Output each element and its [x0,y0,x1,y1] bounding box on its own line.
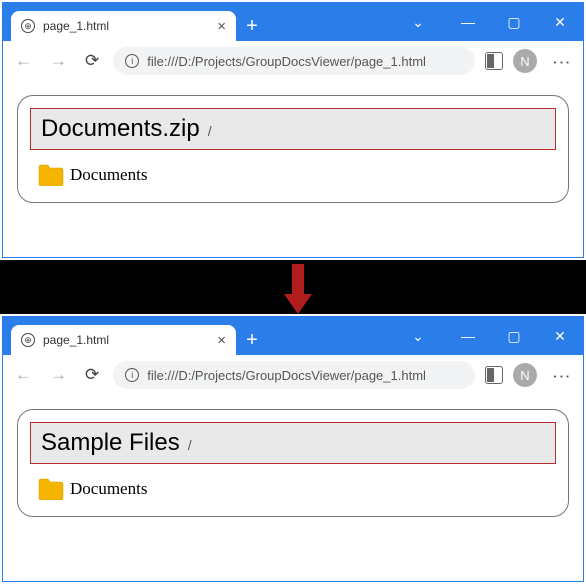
toolbar: ← → ⟳ i file:///D:/Projects/GroupDocsVie… [3,355,583,395]
tab-title: page_1.html [43,333,209,347]
forward-button[interactable]: → [46,51,71,71]
back-button[interactable]: ← [11,365,36,385]
page-content: Documents.zip / Documents [3,81,583,217]
viewer-panel: Sample Files / Documents [17,409,569,517]
window-controls: ⌄ ― ▢ ✕ [395,3,583,41]
close-tab-icon[interactable]: × [217,18,226,35]
back-button[interactable]: ← [11,51,36,71]
minimize-button[interactable]: ― [445,3,491,41]
toolbar: ← → ⟳ i file:///D:/Projects/GroupDocsVie… [3,41,583,81]
reading-list-icon[interactable] [485,366,503,384]
menu-icon[interactable]: ⋮ [551,47,572,75]
folder-name: Documents [70,479,147,499]
globe-icon: i [125,54,139,68]
url-text: file:///D:/Projects/GroupDocsViewer/page… [147,54,426,69]
globe-icon: i [125,368,139,382]
viewer-panel: Documents.zip / Documents [17,95,569,203]
chevron-down-icon[interactable]: ⌄ [395,317,441,355]
url-text: file:///D:/Projects/GroupDocsViewer/page… [147,368,426,383]
new-tab-button[interactable]: + [236,11,268,41]
reload-button[interactable]: ⟳ [81,51,103,71]
close-window-button[interactable]: ✕ [537,317,583,355]
reading-list-icon[interactable] [485,52,503,70]
window-controls: ⌄ ― ▢ ✕ [395,317,583,355]
breadcrumb: Sample Files / [30,422,556,464]
browser-tab[interactable]: ⊕ page_1.html × [11,325,236,355]
folder-icon [38,164,64,186]
breadcrumb: Documents.zip / [30,108,556,150]
browser-window-before: ⊕ page_1.html × + ⌄ ― ▢ ✕ ← → ⟳ i file:/… [2,2,584,258]
folder-icon [38,478,64,500]
forward-button[interactable]: → [46,365,71,385]
tab-title: page_1.html [43,19,209,33]
address-bar[interactable]: i file:///D:/Projects/GroupDocsViewer/pa… [113,361,475,389]
close-window-button[interactable]: ✕ [537,3,583,41]
profile-avatar[interactable]: N [513,49,537,73]
browser-tab[interactable]: ⊕ page_1.html × [11,11,236,41]
breadcrumb-title: Sample Files [41,429,180,457]
maximize-button[interactable]: ▢ [491,3,537,41]
maximize-button[interactable]: ▢ [491,317,537,355]
arrow-down-icon [286,264,310,314]
breadcrumb-separator: / [208,123,212,139]
breadcrumb-title: Documents.zip [41,115,200,143]
menu-icon[interactable]: ⋮ [551,361,572,389]
minimize-button[interactable]: ― [445,317,491,355]
reload-button[interactable]: ⟳ [81,365,103,385]
profile-avatar[interactable]: N [513,363,537,387]
close-tab-icon[interactable]: × [217,332,226,349]
folder-item[interactable]: Documents [30,474,556,504]
browser-window-after: ⊕ page_1.html × + ⌄ ― ▢ ✕ ← → ⟳ i file:/… [2,316,584,582]
globe-icon: ⊕ [21,333,35,347]
new-tab-button[interactable]: + [236,325,268,355]
folder-item[interactable]: Documents [30,160,556,190]
folder-name: Documents [70,165,147,185]
breadcrumb-separator: / [188,437,192,453]
chevron-down-icon[interactable]: ⌄ [395,3,441,41]
titlebar: ⊕ page_1.html × + ⌄ ― ▢ ✕ [3,317,583,355]
titlebar: ⊕ page_1.html × + ⌄ ― ▢ ✕ [3,3,583,41]
globe-icon: ⊕ [21,19,35,33]
page-content: Sample Files / Documents [3,395,583,531]
address-bar[interactable]: i file:///D:/Projects/GroupDocsViewer/pa… [113,47,475,75]
